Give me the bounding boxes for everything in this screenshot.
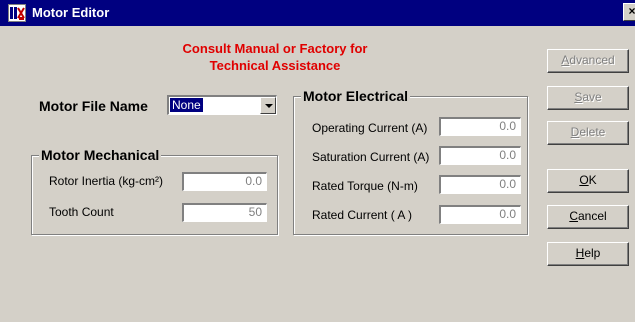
ok-button[interactable]: OK [547,169,629,193]
title-bar[interactable]: Motor Editor × [0,0,635,26]
delete-button[interactable]: Delete [547,121,629,145]
rated-torque-label: Rated Torque (N-m) [312,179,418,193]
help-label-rest: elp [584,246,601,260]
saturation-current-label: Saturation Current (A) [312,150,430,164]
cancel-button[interactable]: Cancel [547,205,629,229]
ok-mnemonic: O [579,173,589,187]
delete-label-rest: elete [579,125,606,139]
motor-file-selected-value: None [170,98,203,112]
motor-mechanical-title: Motor Mechanical [39,147,162,163]
motor-file-name-label: Motor File Name [39,98,148,114]
rated-current-label: Rated Current ( A ) [312,208,413,222]
save-button[interactable]: Save [547,86,629,110]
notice-line-2: Technical Assistance [209,58,341,73]
rated-torque-field[interactable]: 0.0 [439,175,521,194]
tooth-count-label: Tooth Count [49,205,114,219]
chevron-down-icon[interactable] [260,97,276,114]
ok-label-rest: K [588,173,597,187]
saturation-current-field[interactable]: 0.0 [439,146,521,165]
motor-editor-app-icon[interactable] [8,4,26,22]
help-button[interactable]: Help [547,242,629,266]
technical-assistance-notice: Consult Manual or Factory for Technical … [150,40,400,74]
operating-current-field[interactable]: 0.0 [439,117,521,136]
cancel-mnemonic: C [569,209,578,223]
rotor-inertia-label: Rotor Inertia (kg-cm²) [49,174,164,188]
operating-current-label: Operating Current (A) [312,121,428,135]
motor-mechanical-group [31,155,278,235]
advanced-label-rest: dvanced [569,53,615,67]
delete-mnemonic: D [570,125,580,139]
save-label-rest: ave [582,90,602,104]
tooth-count-field[interactable]: 50 [182,203,267,222]
rotor-inertia-field[interactable]: 0.0 [182,172,267,191]
close-icon[interactable]: × [623,3,635,21]
notice-line-1: Consult Manual or Factory for [182,41,368,56]
rated-current-field[interactable]: 0.0 [439,205,521,224]
window-title: Motor Editor [32,5,110,20]
motor-electrical-title: Motor Electrical [301,88,411,104]
advanced-button[interactable]: Advanced [547,49,629,73]
cancel-label-rest: ancel [577,209,607,223]
motor-file-select[interactable]: None [167,95,277,115]
